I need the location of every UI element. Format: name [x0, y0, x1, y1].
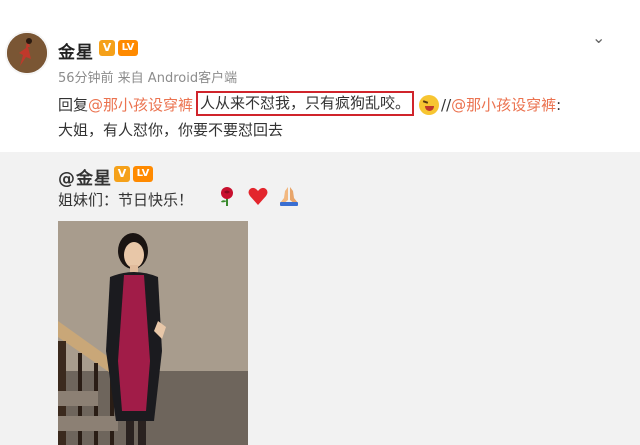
- forward-separator: //: [441, 96, 452, 114]
- rose-icon: [216, 185, 238, 207]
- post-text-line-1: 回复@那小孩设穿裤 人从来不怼我，只有疯狗乱咬。//@那小孩设穿裤:: [58, 91, 562, 116]
- forward-mention-link[interactable]: @那小孩设穿裤: [451, 94, 556, 116]
- chevron-down-icon[interactable]: ⌄: [592, 28, 605, 47]
- reposted-content[interactable]: @金星 V LV 姐妹们：节日快乐！: [0, 152, 640, 445]
- username[interactable]: 金星: [58, 38, 94, 63]
- repost-photo[interactable]: [58, 221, 248, 445]
- squint-laugh-emoji-icon: [419, 95, 440, 115]
- repost-level-badge-icon: LV: [133, 166, 153, 182]
- avatar[interactable]: [5, 31, 49, 75]
- repost-verified-badge-icon: V: [114, 166, 130, 182]
- praying-hands-icon: [278, 185, 300, 207]
- repost-emojis: [216, 185, 304, 209]
- post-meta: 56分钟前 来自 Android客户端: [58, 71, 238, 86]
- forward-colon: :: [556, 96, 562, 114]
- post-text-line-2: 大姐，有人怼你，你要不要怼回去: [58, 121, 284, 139]
- highlighted-quote: 人从来不怼我，只有疯狗乱咬。: [196, 91, 415, 116]
- weibo-post: 金星 V LV ⌄ 56分钟前 来自 Android客户端 回复@那小孩设穿裤人…: [0, 0, 640, 152]
- verified-badge-icon: V: [99, 40, 115, 56]
- repost-username[interactable]: @金星: [58, 164, 112, 189]
- repost-text: 姐妹们：节日快乐！: [58, 191, 194, 209]
- level-badge-icon: LV: [118, 40, 138, 56]
- reply-prefix: 回复: [58, 96, 89, 114]
- mention-link[interactable]: @那小孩设穿裤: [88, 94, 193, 116]
- heart-icon: [247, 185, 269, 207]
